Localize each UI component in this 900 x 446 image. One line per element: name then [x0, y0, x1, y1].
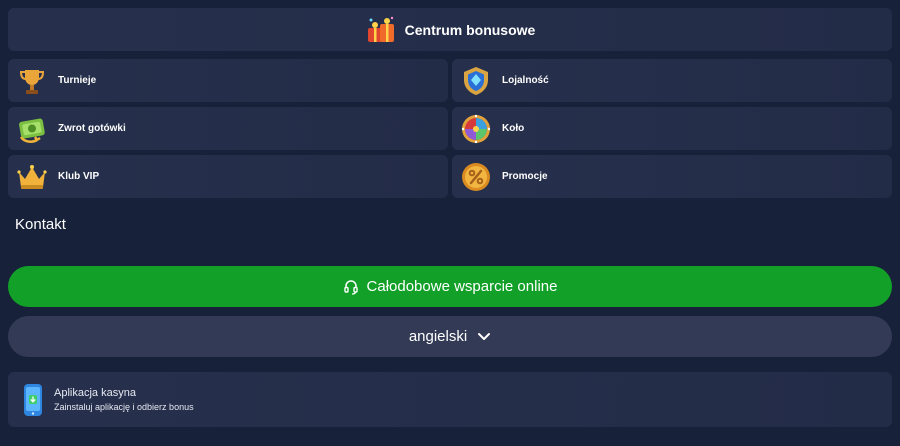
percent-coin-icon [462, 162, 490, 191]
tile-loyalty[interactable]: Lojalność [452, 59, 892, 102]
app-subtitle: Zainstaluj aplikację i odbierz bonus [54, 402, 194, 412]
bonus-center-button[interactable]: Centrum bonusowe [8, 8, 892, 51]
app-title: Aplikacja kasyna [54, 387, 136, 399]
live-support-button[interactable]: Całodobowe wsparcie online [8, 266, 892, 307]
tile-label: Lojalność [502, 75, 549, 86]
crown-icon [17, 164, 47, 189]
bonus-center-title: Centrum bonusowe [404, 21, 536, 38]
casino-app-banner[interactable]: Aplikacja kasyna Zainstaluj aplikację i … [8, 372, 892, 427]
tile-tournaments[interactable]: Turnieje [8, 59, 448, 102]
tile-vip-club[interactable]: Klub VIP [8, 155, 448, 198]
tile-label: Turnieje [58, 75, 97, 86]
wheel-icon [461, 114, 491, 143]
shield-diamond-icon [464, 66, 488, 95]
tile-label: Koło [502, 123, 525, 134]
contact-heading: Kontakt [15, 216, 66, 233]
tile-label: Promocje [502, 171, 548, 182]
language-label: angielski [408, 328, 468, 345]
cashback-icon [19, 118, 45, 143]
tile-promotions[interactable]: Promocje [452, 155, 892, 198]
chevron-down-icon [478, 332, 491, 340]
headset-icon [343, 279, 358, 295]
trophy-icon [19, 69, 45, 94]
tile-label: Zwrot gotówki [58, 123, 126, 134]
tile-wheel[interactable]: Koło [452, 107, 892, 150]
gift-boxes-icon [367, 16, 394, 42]
language-select[interactable]: angielski [8, 316, 892, 357]
tile-cashback[interactable]: Zwrot gotówki [8, 107, 448, 150]
tile-label: Klub VIP [58, 171, 100, 182]
live-support-label: Całodobowe wsparcie online [366, 278, 558, 295]
phone-app-icon [24, 383, 42, 416]
